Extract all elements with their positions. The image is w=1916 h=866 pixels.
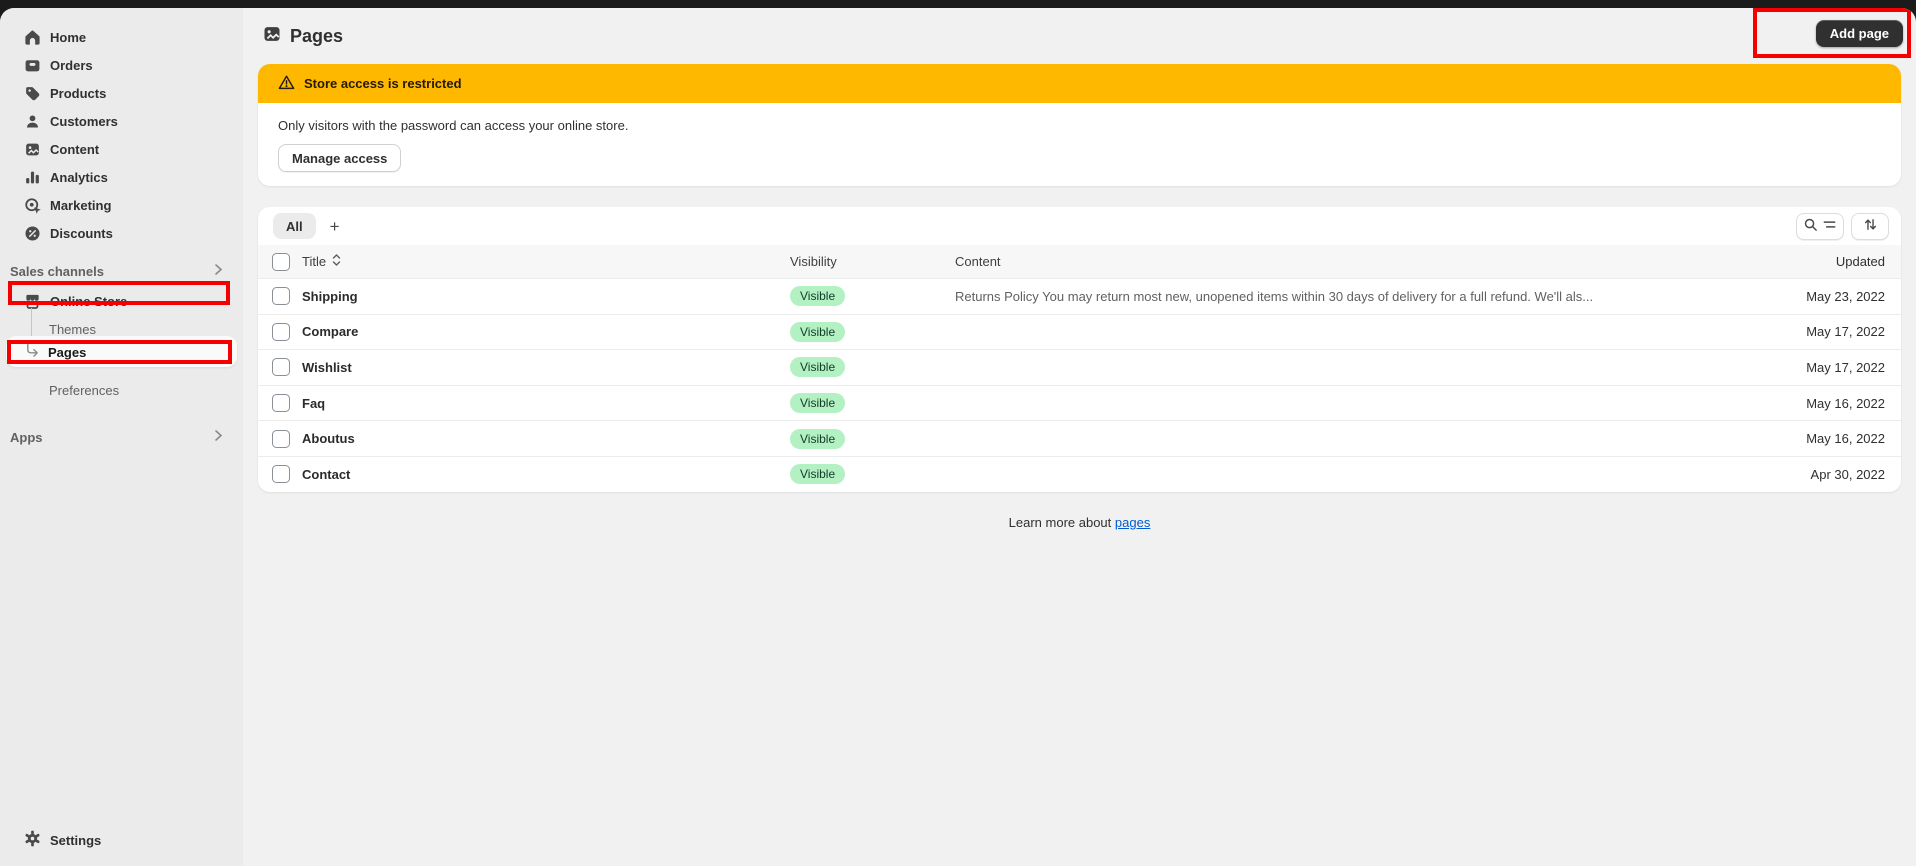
row-checkbox[interactable] (272, 358, 290, 376)
select-all-checkbox[interactable] (272, 253, 290, 271)
sidebar-item-online-store[interactable]: Online Store (0, 287, 243, 315)
updated-cell: May 16, 2022 (1741, 396, 1901, 411)
page-title-cell[interactable]: Compare (302, 324, 790, 339)
sort-button[interactable] (1851, 213, 1889, 240)
sidebar-item-label: Discounts (50, 226, 113, 241)
table-tabs-row: All + (258, 207, 1901, 245)
row-checkbox[interactable] (272, 287, 290, 305)
visibility-badge: Visible (790, 322, 845, 342)
sidebar-item-label: Online Store (50, 294, 127, 309)
search-filter-button[interactable] (1796, 213, 1844, 240)
page-title: Pages (262, 24, 343, 49)
visibility-badge: Visible (790, 357, 845, 377)
pages-title-icon (262, 24, 282, 49)
updated-cell: May 17, 2022 (1741, 360, 1901, 375)
updated-cell: May 16, 2022 (1741, 431, 1901, 446)
table-row[interactable]: Shipping Visible Returns Policy You may … (258, 278, 1901, 314)
sidebar-section-sales-channels[interactable]: Sales channels (0, 257, 243, 285)
analytics-icon (24, 169, 41, 186)
updated-cell: May 23, 2022 (1741, 289, 1901, 304)
sidebar-item-marketing[interactable]: Marketing (0, 191, 243, 219)
content-cell: Returns Policy You may return most new, … (955, 289, 1741, 304)
pages-table-card: All + Title Visibility Content (258, 207, 1901, 492)
sort-caret-icon (331, 253, 342, 270)
sidebar-item-products[interactable]: Products (0, 79, 243, 107)
pages-docs-link[interactable]: pages (1115, 515, 1150, 530)
page-title-cell[interactable]: Shipping (302, 289, 790, 304)
banner-header: Store access is restricted (258, 64, 1901, 103)
table-header-row: Title Visibility Content Updated (258, 245, 1901, 278)
row-checkbox[interactable] (272, 394, 290, 412)
sidebar-item-label: Orders (50, 58, 93, 73)
learn-more-footer: Learn more about pages (243, 515, 1916, 530)
column-header-updated: Updated (1741, 254, 1901, 269)
visibility-badge: Visible (790, 429, 845, 449)
marketing-icon (24, 197, 41, 214)
table-row[interactable]: Contact Visible Apr 30, 2022 (258, 456, 1901, 492)
page-title-cell[interactable]: Aboutus (302, 431, 790, 446)
row-checkbox[interactable] (272, 323, 290, 341)
table-row[interactable]: Compare Visible May 17, 2022 (258, 314, 1901, 350)
corner-down-right-icon (25, 343, 40, 361)
tab-all[interactable]: All (273, 213, 316, 239)
sidebar-item-label: Content (50, 142, 99, 157)
customers-icon (24, 113, 41, 130)
chevron-right-icon (214, 263, 223, 279)
sidebar-item-label: Analytics (50, 170, 108, 185)
orders-icon (24, 57, 41, 74)
sidebar-item-label: Customers (50, 114, 118, 129)
sidebar-item-discounts[interactable]: Discounts (0, 219, 243, 247)
visibility-badge: Visible (790, 393, 845, 413)
gear-icon (24, 830, 41, 850)
main-content: Pages Add page Store access is restricte… (243, 8, 1916, 866)
updated-cell: Apr 30, 2022 (1741, 467, 1901, 482)
sidebar-item-label: Pages (48, 345, 86, 360)
products-tag-icon (24, 85, 41, 102)
discounts-icon (24, 225, 41, 242)
home-icon (24, 29, 41, 46)
page-title-cell[interactable]: Faq (302, 396, 790, 411)
manage-access-button[interactable]: Manage access (278, 144, 401, 172)
sidebar-item-home[interactable]: Home (0, 23, 243, 51)
sidebar-item-preferences[interactable]: Preferences (0, 376, 243, 404)
filter-icon (1822, 217, 1837, 235)
store-access-banner: Store access is restricted Only visitors… (258, 64, 1901, 186)
updated-cell: May 17, 2022 (1741, 324, 1901, 339)
table-row[interactable]: Wishlist Visible May 17, 2022 (258, 349, 1901, 385)
sidebar-item-pages[interactable]: Pages (0, 338, 243, 366)
sidebar-item-customers[interactable]: Customers (0, 107, 243, 135)
row-checkbox[interactable] (272, 465, 290, 483)
row-checkbox[interactable] (272, 430, 290, 448)
column-header-content: Content (955, 254, 1741, 269)
content-icon (24, 141, 41, 158)
column-header-title[interactable]: Title (302, 254, 326, 269)
page-title-cell[interactable]: Wishlist (302, 360, 790, 375)
chevron-right-icon (214, 429, 223, 445)
search-icon (1803, 217, 1818, 235)
sort-arrows-icon (1863, 217, 1878, 235)
sidebar-item-label: Settings (50, 833, 101, 848)
sidebar-item-analytics[interactable]: Analytics (0, 163, 243, 191)
sidebar-section-apps[interactable]: Apps (0, 423, 243, 451)
column-header-visibility: Visibility (790, 254, 955, 269)
admin-app: Home Orders Products Customers Content A… (0, 8, 1916, 866)
sidebar-item-label: Products (50, 86, 106, 101)
sidebar-item-label: Marketing (50, 198, 111, 213)
visibility-badge: Visible (790, 286, 845, 306)
sidebar-item-label: Home (50, 30, 86, 45)
add-page-button[interactable]: Add page (1816, 20, 1903, 47)
banner-title: Store access is restricted (304, 76, 462, 91)
add-view-button[interactable]: + (330, 218, 340, 235)
page-title-cell[interactable]: Contact (302, 467, 790, 482)
sidebar-item-settings[interactable]: Settings (0, 826, 243, 854)
table-row[interactable]: Faq Visible May 16, 2022 (258, 385, 1901, 421)
visibility-badge: Visible (790, 464, 845, 484)
banner-message: Only visitors with the password can acce… (278, 118, 1881, 133)
table-row[interactable]: Aboutus Visible May 16, 2022 (258, 420, 1901, 456)
warning-icon (278, 74, 295, 94)
sidebar-item-orders[interactable]: Orders (0, 51, 243, 79)
sidebar: Home Orders Products Customers Content A… (0, 8, 243, 866)
online-store-icon (24, 293, 41, 310)
sidebar-item-content[interactable]: Content (0, 135, 243, 163)
